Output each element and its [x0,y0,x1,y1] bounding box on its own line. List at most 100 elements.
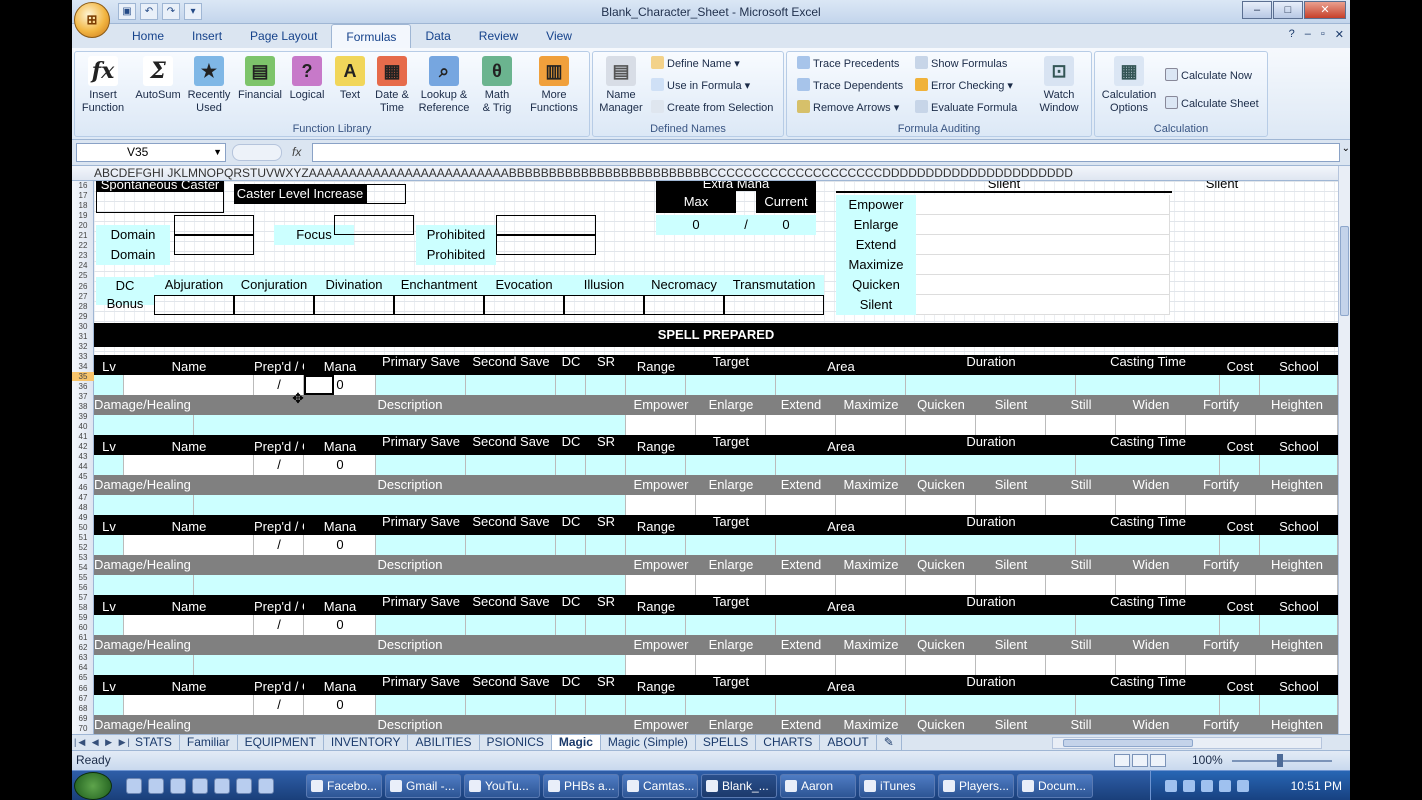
spell-field[interactable] [556,695,586,715]
spell-field[interactable] [776,375,906,395]
spell-field[interactable] [94,695,124,715]
horizontal-scrollbar[interactable] [1052,737,1322,749]
damage-field[interactable] [1256,575,1338,595]
damage-field[interactable] [1046,495,1116,515]
spell-field[interactable] [556,455,586,475]
ie-icon[interactable] [148,778,164,794]
spell-field[interactable] [906,535,1076,555]
damage-field[interactable] [906,655,976,675]
school-dc-input[interactable] [564,295,644,315]
domain-input[interactable] [174,235,254,255]
row-number[interactable]: 69 [72,714,94,723]
zoom-level[interactable]: 100% [1192,751,1223,770]
row-number[interactable]: 32 [72,342,94,351]
column-headers[interactable]: ABCDEFGHI JKLMNOPQRSTUVWXYZAAAAAAAAAAAAA… [72,166,1338,181]
damage-field[interactable] [976,415,1046,435]
taskbar-button[interactable]: Gmail -... [385,774,461,798]
spell-field[interactable] [1076,695,1220,715]
row-number[interactable]: 46 [72,483,94,492]
close-button[interactable]: ✕ [1304,1,1346,19]
damage-field[interactable] [1256,495,1338,515]
row-number[interactable]: 26 [72,282,94,291]
taskbar-button[interactable]: Blank_... [701,774,777,798]
row-number[interactable]: 18 [72,201,94,210]
formula-cancel-enter-buttons[interactable] [232,144,282,161]
row-number[interactable]: 53 [72,553,94,562]
error-checking-button[interactable]: Error Checking ▾ [915,78,1013,92]
damage-field[interactable] [1256,415,1338,435]
damage-field[interactable] [194,495,626,515]
remove-arrows-button[interactable]: Remove Arrows ▾ [797,100,899,114]
spell-field[interactable] [1076,615,1220,635]
star-book-button[interactable]: ★ Recently Used [185,56,233,115]
row-number[interactable]: 58 [72,603,94,612]
school-dc-input[interactable] [484,295,564,315]
damage-field[interactable] [626,495,696,515]
spell-mana-value[interactable]: 0 [304,695,376,715]
damage-field[interactable] [1046,575,1116,595]
damage-field[interactable] [836,415,906,435]
row-number[interactable]: 36 [72,382,94,391]
player-icon[interactable] [214,778,230,794]
name-box[interactable]: V35 ▼ [76,143,226,162]
spell-field[interactable] [1220,615,1260,635]
row-number[interactable]: 21 [72,231,94,240]
evaluate-formula-button[interactable]: Evaluate Formula [915,100,1017,114]
expand-formula-bar-icon[interactable]: ⌄ [1342,143,1350,154]
damage-field[interactable] [194,655,626,675]
damage-field[interactable] [976,495,1046,515]
damage-field[interactable] [194,415,626,435]
close-workbook-icon[interactable]: ✕ [1335,28,1344,41]
row-number[interactable]: 33 [72,352,94,361]
sheet-tab-about[interactable]: ABOUT [820,735,877,750]
spell-field[interactable] [94,535,124,555]
spell-field[interactable] [124,695,254,715]
row-number[interactable]: 52 [72,543,94,552]
damage-field[interactable] [1116,495,1186,515]
damage-field[interactable] [766,575,836,595]
spell-field[interactable] [626,695,686,715]
spell-field[interactable] [1260,455,1338,475]
metamagic-value[interactable] [916,235,1170,255]
row-number[interactable]: 45 [72,472,94,481]
damage-field[interactable] [906,415,976,435]
sheet-tab-abilities[interactable]: ABILITIES [408,735,480,750]
row-headers[interactable]: 16 17 18 19 20 21 22 23 24 25 26 27 28 29 30 31 32 33 34 35… [72,181,94,734]
row-number[interactable]: 44 [72,462,94,471]
sheet-tab-stats[interactable]: STATS [128,735,180,750]
worksheet-grid[interactable]: Spontaneous Caster Caster Level Increase E… [94,181,1338,734]
sigma-button[interactable]: Σ AutoSum [133,56,183,102]
damage-field[interactable] [626,575,696,595]
tray-arrow-icon[interactable] [1165,780,1177,792]
row-number[interactable]: 24 [72,261,94,270]
define-name-button[interactable]: Define Name ▾ [651,56,740,70]
spell-field[interactable] [906,455,1076,475]
row-number[interactable]: 40 [72,422,94,431]
row-number[interactable]: 37 [72,392,94,401]
tab-page-layout[interactable]: Page Layout [236,24,331,48]
prohibited-input[interactable] [496,215,596,235]
magnifier-book-button[interactable]: ⌕ Lookup & Reference [415,56,473,115]
row-number[interactable]: 27 [72,292,94,301]
show-formulas-button[interactable]: Show Formulas [915,56,1007,70]
damage-field[interactable] [696,415,766,435]
insert-sheet-icon[interactable]: ✎ [877,735,902,750]
spell-field[interactable] [1260,615,1338,635]
spell-field[interactable] [626,615,686,635]
row-number[interactable]: 68 [72,704,94,713]
prohibited-input[interactable] [496,235,596,255]
row-number[interactable]: 59 [72,613,94,622]
row-number[interactable]: 39 [72,412,94,421]
damage-field[interactable] [836,655,906,675]
row-number[interactable]: 48 [72,503,94,512]
calculate-now-button[interactable]: Calculate Now [1165,68,1252,82]
row-number[interactable]: 61 [72,633,94,642]
taskbar-button[interactable]: Camtas... [622,774,698,798]
damage-field[interactable] [626,415,696,435]
a-book-button[interactable]: A Text [330,56,370,102]
damage-field[interactable] [1186,575,1256,595]
spell-field[interactable] [466,615,556,635]
office-button[interactable]: ⊞ [74,2,110,38]
spell-field[interactable] [776,535,906,555]
row-number[interactable]: 25 [72,271,94,280]
